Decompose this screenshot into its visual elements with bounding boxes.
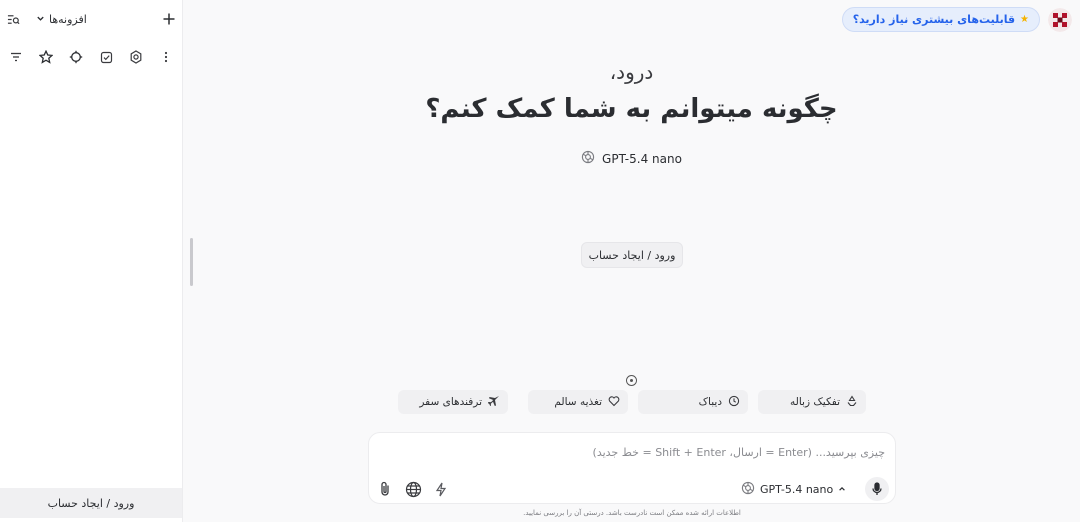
suggestion-label: دیباک — [698, 396, 722, 408]
model-selector-label: GPT-5.4 nano — [760, 482, 834, 496]
filter-icon[interactable] — [5, 46, 27, 68]
star-icon: ★ — [1020, 14, 1029, 25]
suggestion-chip-debug[interactable]: دیباک — [638, 390, 748, 414]
suggestion-label: تغذیه سالم — [554, 396, 602, 408]
star-icon[interactable] — [35, 46, 57, 68]
login-signup-button[interactable]: ورود / ایجاد حساب — [581, 242, 683, 268]
scroll-indicator-icon[interactable] — [626, 375, 637, 386]
current-model: GPT-5.4 nano — [183, 150, 1080, 167]
suggestion-chip-travel[interactable]: ترفندهای سفر — [398, 390, 508, 414]
sidebar-login-button[interactable]: ورود / ایجاد حساب — [0, 488, 182, 518]
globe-icon[interactable] — [403, 479, 423, 499]
disclaimer-text: اطلاعات ارائه شده ممکن است نادرست باشد. … — [523, 509, 741, 517]
greeting-line-1: درود، — [609, 60, 654, 84]
paperclip-icon[interactable] — [375, 479, 395, 499]
model-name: GPT-5.4 nano — [602, 151, 682, 166]
heart-icon — [608, 395, 620, 410]
sidebar: افزونه‌ها ورود / ایجاد حساب — [0, 0, 183, 522]
gear-icon[interactable] — [125, 46, 147, 68]
sidebar-top-bar: افزونه‌ها — [0, 8, 183, 30]
more-features-label: قابلیت‌های بیشتری نیاز دارید؟ — [852, 13, 1016, 26]
clock-icon — [728, 395, 740, 410]
search-list-icon[interactable] — [2, 8, 24, 30]
new-chat-plus-icon[interactable] — [158, 8, 180, 30]
app-logo — [1048, 8, 1072, 32]
crosshair-icon[interactable] — [65, 46, 87, 68]
chevron-down-icon — [36, 13, 45, 26]
checkbox-icon[interactable] — [95, 46, 117, 68]
suggestion-chip-waste[interactable]: تفکیک زباله — [758, 390, 866, 414]
more-vertical-icon[interactable] — [155, 46, 177, 68]
sidebar-resize-handle[interactable] — [190, 238, 193, 286]
suggestion-chip-nutrition[interactable]: تغذیه سالم — [528, 390, 628, 414]
message-input[interactable] — [385, 443, 885, 461]
suggestion-label: تفکیک زباله — [790, 396, 840, 408]
plugins-label: افزونه‌ها — [49, 12, 87, 26]
suggestion-label: ترفندهای سفر — [419, 396, 482, 408]
recycle-icon — [846, 394, 858, 410]
lightning-icon[interactable] — [431, 479, 451, 499]
sidebar-toolbar — [0, 46, 183, 68]
model-selector[interactable]: GPT-5.4 nano — [741, 479, 846, 499]
openai-icon — [741, 481, 755, 498]
more-features-button[interactable]: ★ قابلیت‌های بیشتری نیاز دارید؟ — [841, 7, 1040, 32]
plugins-dropdown[interactable]: افزونه‌ها — [36, 8, 128, 30]
message-composer: GPT-5.4 nano — [368, 432, 896, 504]
chevron-up-icon — [838, 483, 846, 496]
airplane-icon — [487, 395, 500, 410]
openai-icon — [581, 150, 595, 167]
greeting-line-2: چگونه میتوانم به شما کمک کنم؟ — [425, 94, 838, 124]
microphone-icon[interactable] — [865, 477, 889, 501]
